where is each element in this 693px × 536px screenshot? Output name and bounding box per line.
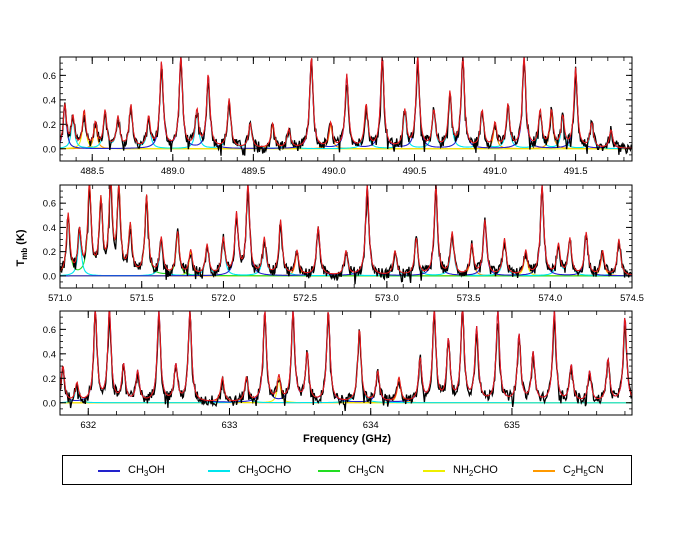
y-tick-label: 0.6 [43, 71, 56, 82]
y-tick-label: 0.2 [43, 374, 56, 385]
x-tick-label: 574.0 [538, 293, 562, 304]
x-tick-label: 635 [504, 420, 520, 431]
x-tick-label: 633 [222, 420, 238, 431]
spectrum-panel: 0.0 0.2 0.4 0.6 571.0 571.5 572.0 572.5 573.0 573… [43, 184, 644, 304]
x-tick-label: 573.5 [457, 293, 481, 304]
observed-spectrum-line [60, 57, 632, 156]
observed-spectrum-line [60, 185, 632, 285]
spectra-figure: 0.0 0.2 0.4 0.6 488.5 489.0 489.5 490.0 490.5 491… [15, 56, 644, 445]
x-tick-label: 488.5 [80, 166, 104, 177]
y-tick-label: 0.0 [43, 271, 56, 282]
legend-swatch [423, 470, 445, 472]
y-tick-label: 0.4 [43, 95, 56, 106]
legend-swatch [208, 470, 230, 472]
y-tick-label: 0.4 [43, 349, 56, 360]
legend-label: CH3OH [128, 464, 165, 479]
y-tick-label: 0.2 [43, 247, 56, 258]
x-tick-label: 632 [80, 420, 96, 431]
legend-label: NH2CHO [453, 464, 498, 479]
x-tick-label: 571.5 [130, 293, 154, 304]
x-tick-label: 491.5 [564, 166, 588, 177]
legend-label: C2H5CN [563, 464, 604, 479]
total-model-line [60, 311, 632, 402]
model-ch3ocho-line [60, 331, 632, 404]
model-ch3ocho-line [60, 220, 632, 277]
x-tick-label: 572.0 [212, 293, 236, 304]
legend-label: CH3CN [348, 464, 385, 479]
legend-label: CH3OCHO [238, 464, 292, 479]
legend-swatch [318, 470, 340, 472]
x-tick-label: 491.0 [483, 166, 507, 177]
y-tick-label: 0.2 [43, 120, 56, 131]
spectrum-panel: 0.0 0.2 0.4 0.6 488.5 489.0 489.5 490.0 490.5 491… [43, 56, 633, 177]
y-tick-label: 0.6 [43, 199, 56, 210]
legend-swatch [533, 470, 555, 472]
legend-swatch [98, 470, 120, 472]
x-tick-label: 573.0 [375, 293, 399, 304]
x-tick-label: 490.5 [403, 166, 427, 177]
x-tick-label: 490.0 [322, 166, 346, 177]
x-tick-label: 571.0 [48, 293, 72, 304]
spectrum-panel: 0.0 0.2 0.4 0.6 632 633 634 635 [43, 310, 633, 431]
x-tick-label: 634 [363, 420, 379, 431]
x-tick-label: 574.5 [620, 293, 644, 304]
x-axis-label: Frequency (GHz) [303, 433, 391, 445]
x-tick-label: 572.5 [293, 293, 317, 304]
y-axis-label: Tmb (K) [15, 229, 29, 266]
x-tick-label: 489.0 [161, 166, 185, 177]
legend: CH3OH CH3OCHO CH3CN NH2CHO C2H5CN [62, 455, 632, 485]
model-ch3oh-line [60, 311, 632, 403]
x-tick-label: 489.5 [241, 166, 265, 177]
y-tick-label: 0.6 [43, 325, 56, 336]
y-tick-label: 0.4 [43, 223, 56, 234]
y-tick-label: 0.0 [43, 398, 56, 409]
panel-frame [59, 56, 633, 162]
y-tick-label: 0.0 [43, 144, 56, 155]
